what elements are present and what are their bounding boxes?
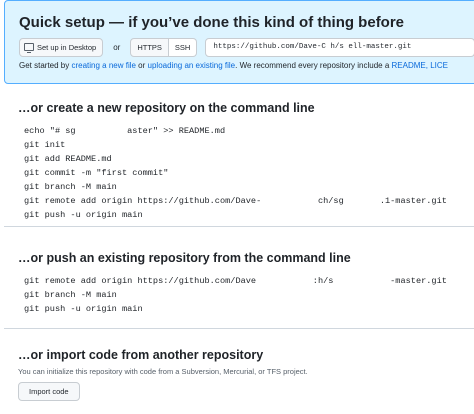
import-description: You can initialize this repository with … xyxy=(18,367,308,376)
protocol-toggle: HTTPS SSH xyxy=(130,37,198,57)
desktop-icon xyxy=(24,43,34,53)
create-repo-code-block[interactable]: echo "# sg aster" >> README.md git init gi… xyxy=(24,124,447,222)
create-repo-section: …or create a new repository on the comma… xyxy=(4,84,474,227)
code-line: git push -u origin main xyxy=(24,304,143,314)
or-label: or xyxy=(113,42,121,52)
code-line: git init xyxy=(24,140,66,150)
push-repo-section: …or push an existing repository from the… xyxy=(4,227,474,329)
readme-link[interactable]: README xyxy=(392,61,426,70)
code-line: git remote add origin https://github.com… xyxy=(24,276,447,286)
push-repo-heading: …or push an existing repository from the… xyxy=(18,251,351,265)
ssh-tab[interactable]: SSH xyxy=(168,37,198,57)
push-repo-code-block[interactable]: git remote add origin https://github.com… xyxy=(24,274,447,316)
setup-description: Get started by creating a new file or up… xyxy=(19,61,448,70)
code-line: git remote add origin https://github.com… xyxy=(24,196,447,206)
import-code-button[interactable]: Import code xyxy=(18,382,80,401)
code-line: echo "# sg aster" >> README.md xyxy=(24,126,226,136)
desc-mid: or xyxy=(135,61,148,70)
create-repo-heading: …or create a new repository on the comma… xyxy=(18,101,315,115)
code-line: git branch -M main xyxy=(24,182,117,192)
clone-url-input[interactable]: https://github.com/Dave-C h/s ell-master… xyxy=(205,37,474,57)
desc-suffix: . We recommend every repository include … xyxy=(235,61,392,70)
import-repo-section: …or import code from another repository … xyxy=(4,329,474,414)
https-tab[interactable]: HTTPS xyxy=(130,37,169,57)
quick-setup-panel: Quick setup — if you’ve done this kind o… xyxy=(4,0,474,84)
code-line: git push -u origin main xyxy=(24,210,143,220)
desc-prefix: Get started by xyxy=(19,61,72,70)
create-new-file-link[interactable]: creating a new file xyxy=(71,61,135,70)
clone-url-row: Set up in Desktop or HTTPS SSH https://g… xyxy=(19,37,474,57)
import-repo-heading: …or import code from another repository xyxy=(18,348,264,362)
code-line: git branch -M main xyxy=(24,290,117,300)
license-link[interactable]: , LICE xyxy=(426,61,448,70)
quick-setup-title: Quick setup — if you’ve done this kind o… xyxy=(19,14,405,31)
upload-existing-file-link[interactable]: uploading an existing file xyxy=(148,61,236,70)
setup-in-desktop-button[interactable]: Set up in Desktop xyxy=(19,37,104,57)
code-line: git add README.md xyxy=(24,154,112,164)
setup-in-desktop-label: Set up in Desktop xyxy=(37,42,97,52)
code-line: git commit -m "first commit" xyxy=(24,168,169,178)
